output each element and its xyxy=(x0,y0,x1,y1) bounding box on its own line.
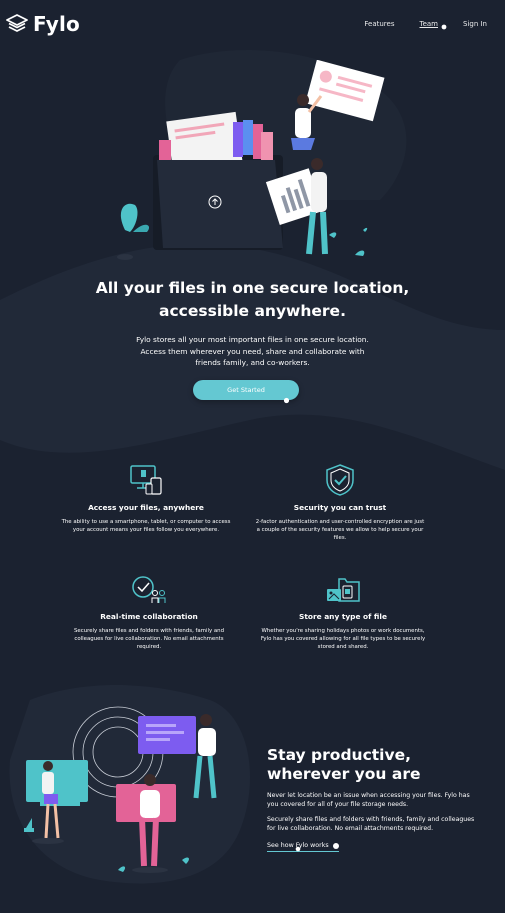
site-header: Fylo Features Team Sign In xyxy=(0,0,505,48)
feature-title: Security you can trust xyxy=(293,503,387,512)
feature-collaboration: Real-time collaboration Securely share f… xyxy=(64,575,234,651)
hero-description-line-3: friends family, and co-workers. xyxy=(195,358,310,367)
arrow-circle-icon xyxy=(332,842,339,849)
feature-access-anywhere: Access your files, anywhere The ability … xyxy=(61,464,231,534)
feature-description: The ability to use a smartphone, tablet,… xyxy=(61,519,231,533)
see-how-fylo-works-link[interactable]: See how Fylo works xyxy=(267,842,339,852)
productive-paragraph-1: Never let location be an issue when acce… xyxy=(267,792,470,809)
productive-title: Stay productive, wherever you are xyxy=(267,746,487,784)
hero-title-line-2: accessible anywhere. xyxy=(159,302,346,320)
nav-link-features[interactable]: Features xyxy=(364,20,394,28)
feature-any-file-type: Store any type of file Whether you're sh… xyxy=(258,575,428,651)
collaboration-icon xyxy=(132,576,166,603)
mouse-pointer-icon xyxy=(441,24,447,30)
productive-illustration xyxy=(24,706,217,873)
page: Fylo Features Team Sign In All your file… xyxy=(0,0,505,913)
hero-title: All your files in one secure location, a… xyxy=(0,277,505,323)
stacked-layers-icon xyxy=(6,14,28,32)
feature-description: Securely share files and folders with fr… xyxy=(74,628,224,650)
productive-title-line-2: wherever you are xyxy=(267,765,421,783)
main-nav: Features Team Sign In xyxy=(339,20,487,28)
mouse-pointer-icon xyxy=(283,397,290,404)
brand-name: Fylo xyxy=(33,12,81,36)
access-anywhere-icon xyxy=(130,465,162,495)
security-shield-icon xyxy=(326,464,354,496)
hero-description-line-1: Fylo stores all your most important file… xyxy=(136,335,369,344)
feature-description: 2-factor authentication and user-control… xyxy=(255,519,425,541)
productive-title-line-1: Stay productive, xyxy=(267,746,411,764)
hero-description: Fylo stores all your most important file… xyxy=(130,334,375,369)
hero-title-line-1: All your files in one secure location, xyxy=(95,279,410,297)
feature-security: Security you can trust 2-factor authenti… xyxy=(255,464,425,542)
nav-link-sign-in[interactable]: Sign In xyxy=(463,20,487,28)
feature-title: Access your files, anywhere xyxy=(88,503,204,512)
feature-title: Real-time collaboration xyxy=(100,612,198,621)
mouse-pointer-icon xyxy=(295,846,301,852)
brand-logo[interactable]: Fylo xyxy=(6,12,80,36)
hero-description-line-2: Access them wherever you need, share and… xyxy=(140,346,365,356)
productive-paragraph-2: Securely share files and folders with fr… xyxy=(267,816,475,833)
nav-link-team[interactable]: Team xyxy=(419,20,438,28)
any-file-icon xyxy=(327,578,360,602)
feature-title: Store any type of file xyxy=(299,612,387,621)
feature-description: Whether you're sharing holidays photos o… xyxy=(260,628,426,650)
hero-illustration xyxy=(117,60,385,260)
